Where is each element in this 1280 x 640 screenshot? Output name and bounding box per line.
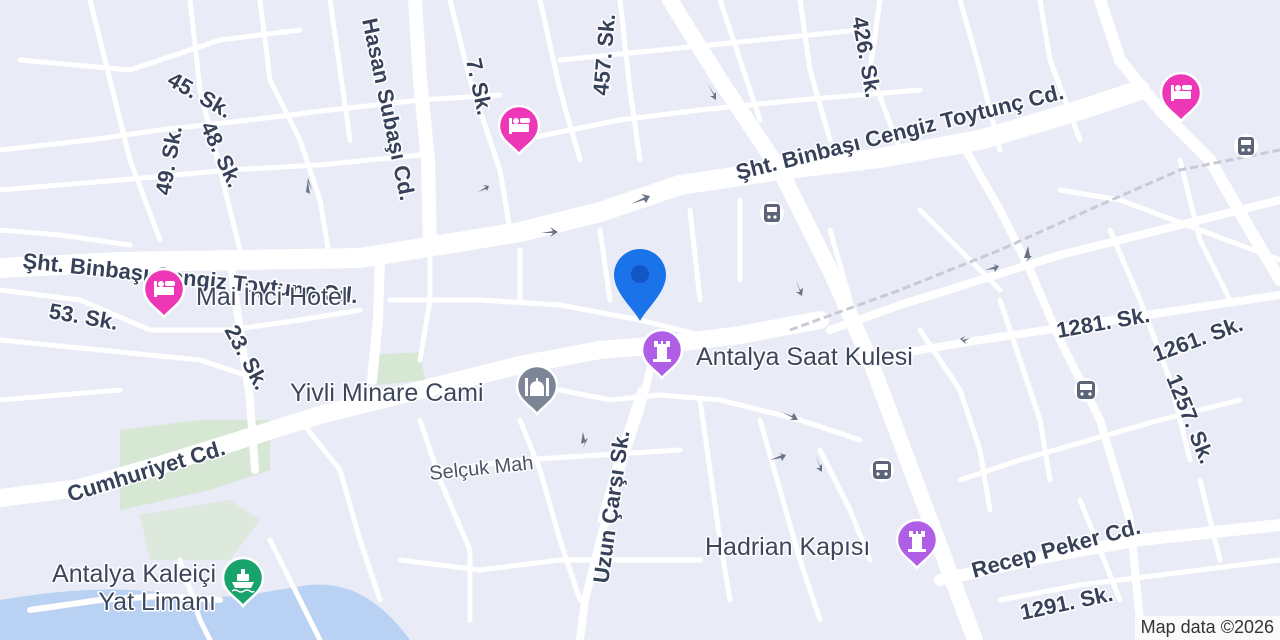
map-canvas[interactable]: Şht. Binbaşı Cengiz Toytunç Cd. Şht. Bin… [0, 0, 1280, 640]
poi-label: Yat Limanı [98, 588, 216, 616]
poi-label: Antalya Kaleiçi [52, 560, 216, 588]
poi-hotel-marker[interactable] [497, 104, 541, 156]
tram-stop[interactable] [760, 201, 784, 225]
street-label: 426. Sk. [847, 15, 886, 100]
street-label: 53. Sk. [47, 298, 120, 335]
bus-stop[interactable] [870, 458, 894, 482]
poi-hadrian-kapisi[interactable]: Hadrian Kapısı [704, 518, 939, 570]
street-label: 1261. Sk. [1149, 311, 1246, 367]
location-pin[interactable] [614, 249, 666, 321]
map-view[interactable]: Şht. Binbaşı Cengiz Toytunç Cd. Şht. Bin… [0, 0, 1280, 640]
street-label: 23. Sk. [220, 321, 275, 394]
street-label: 48. Sk. [195, 118, 247, 192]
poi-label: Antalya Saat Kulesi [696, 343, 913, 371]
bus-stop[interactable] [1074, 378, 1098, 402]
street-label: 7. Sk. [461, 56, 497, 117]
neighborhood-label: Selçuk Mah [428, 452, 534, 485]
street-label: 457. Sk. [588, 13, 620, 97]
park-area [140, 500, 260, 560]
street-label: 49. Sk. [150, 124, 187, 197]
tram-stop[interactable] [1234, 134, 1258, 158]
poi-label: Mai İnci Hotel [196, 282, 347, 311]
location-pin-icon [614, 249, 666, 321]
poi-label: Yivli Minare Cami [290, 379, 484, 407]
map-attribution[interactable]: Map data ©2026 [1134, 616, 1280, 640]
street-label: 1281. Sk. [1055, 302, 1152, 343]
poi-label: Hadrian Kapısı [705, 533, 870, 561]
